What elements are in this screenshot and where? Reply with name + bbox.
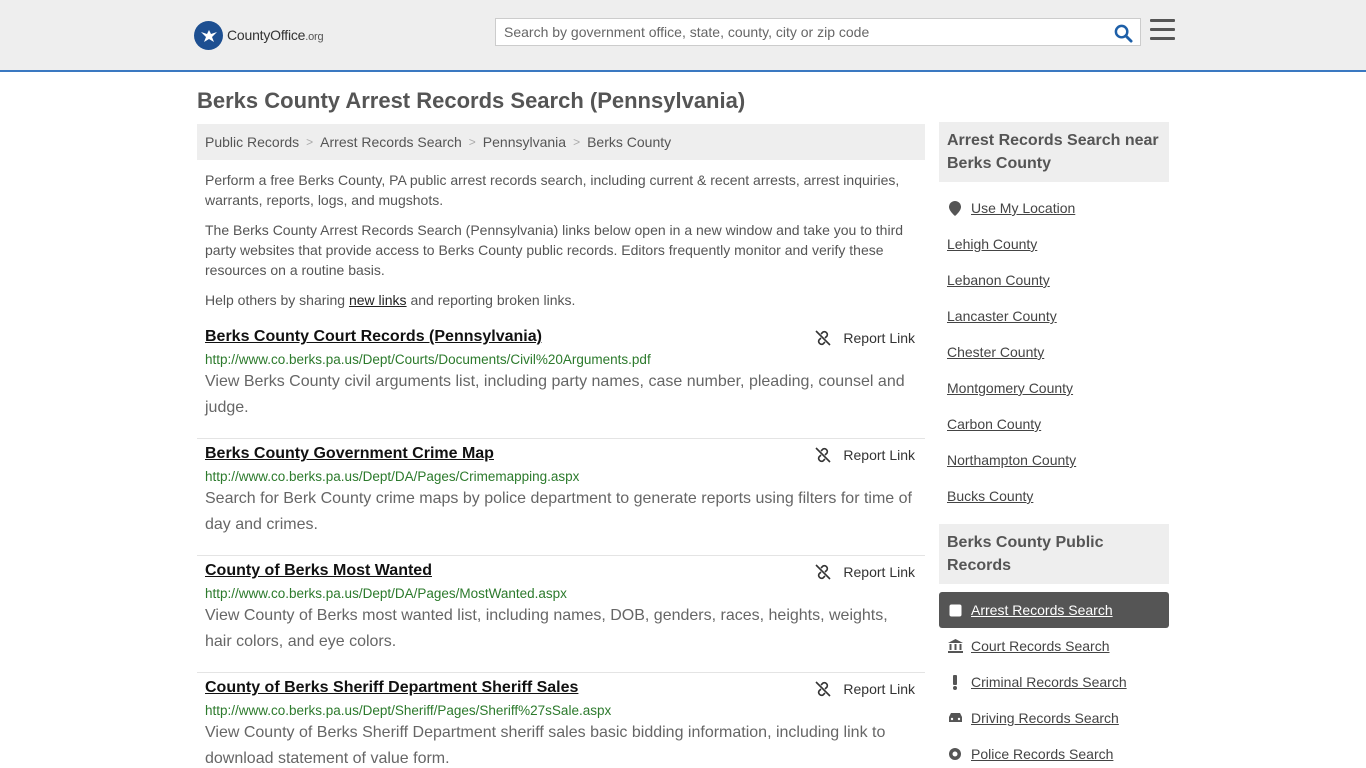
search-button[interactable] (1112, 22, 1134, 44)
result-description: Search for Berk County crime maps by pol… (205, 490, 912, 533)
broken-link-icon (815, 330, 831, 346)
breadcrumb-berks-county[interactable]: Berks County (587, 134, 671, 150)
result-url[interactable]: http://www.co.berks.pa.us/Dept/Sheriff/P… (205, 703, 917, 718)
result-description: View County of Berks Sheriff Department … (205, 724, 886, 767)
nearby-county-link[interactable]: Montgomery County (947, 380, 1073, 396)
sidebar-item-lebanon[interactable]: Lebanon County (939, 262, 1169, 298)
result-description: View Berks County civil arguments list, … (205, 373, 905, 416)
police-records-link[interactable]: Police Records Search (971, 746, 1113, 762)
eagle-logo-icon (194, 20, 223, 50)
sidebar-item-lehigh[interactable]: Lehigh County (939, 226, 1169, 262)
criminal-records-link[interactable]: Criminal Records Search (971, 674, 1127, 690)
report-link-button[interactable]: Report Link (815, 330, 915, 346)
menu-bar-icon (1150, 37, 1175, 40)
broken-link-icon (815, 564, 831, 580)
court-records-link[interactable]: Court Records Search (971, 638, 1110, 654)
sidebar-item-driving-records[interactable]: Driving Records Search (939, 700, 1169, 736)
result-title-link[interactable]: Berks County Court Records (Pennsylvania… (205, 328, 542, 346)
sidebar-item-northampton[interactable]: Northampton County (939, 442, 1169, 478)
result-item: County of Berks Sheriff Department Sheri… (197, 673, 925, 768)
sidebar-item-montgomery[interactable]: Montgomery County (939, 370, 1169, 406)
nearby-list: Use My Location Lehigh County Lebanon Co… (939, 182, 1169, 524)
sidebar-item-arrest-records[interactable]: Arrest Records Search (939, 592, 1169, 628)
sidebar-item-police-records[interactable]: Police Records Search (939, 736, 1169, 768)
nearby-county-link[interactable]: Northampton County (947, 452, 1076, 468)
nearby-county-link[interactable]: Lebanon County (947, 272, 1050, 288)
breadcrumb-pennsylvania[interactable]: Pennsylvania (483, 134, 566, 150)
result-url[interactable]: http://www.co.berks.pa.us/Dept/DA/Pages/… (205, 586, 917, 601)
driving-records-link[interactable]: Driving Records Search (971, 710, 1119, 726)
nearby-county-link[interactable]: Bucks County (947, 488, 1033, 504)
menu-bar-icon (1150, 19, 1175, 22)
sidebar-item-criminal-records[interactable]: Criminal Records Search (939, 664, 1169, 700)
result-url[interactable]: http://www.co.berks.pa.us/Dept/Courts/Do… (205, 352, 917, 367)
nearby-county-link[interactable]: Lehigh County (947, 236, 1037, 252)
nearby-heading: Arrest Records Search near Berks County (939, 122, 1169, 182)
site-logo[interactable]: CountyOffice.org (194, 20, 324, 50)
new-links-link[interactable]: new links (349, 292, 407, 308)
square-icon (947, 604, 963, 617)
breadcrumb-separator-icon: > (306, 135, 314, 149)
search-bar (495, 18, 1141, 46)
results-list: Berks County Court Records (Pennsylvania… (197, 322, 925, 768)
intro-paragraph: Perform a free Berks County, PA public a… (205, 172, 900, 208)
hamburger-menu-button[interactable] (1150, 19, 1176, 43)
breadcrumb-arrest-records[interactable]: Arrest Records Search (320, 134, 462, 150)
search-input[interactable] (496, 19, 1096, 45)
report-link-button[interactable]: Report Link (815, 447, 915, 463)
result-url[interactable]: http://www.co.berks.pa.us/Dept/DA/Pages/… (205, 469, 917, 484)
broken-link-icon (815, 681, 831, 697)
nearby-county-link[interactable]: Lancaster County (947, 308, 1057, 324)
result-item: Berks County Court Records (Pennsylvania… (197, 322, 925, 439)
public-records-heading: Berks County Public Records (939, 524, 1169, 584)
site-header: CountyOffice.org (0, 0, 1366, 72)
result-description: View County of Berks most wanted list, i… (205, 607, 888, 650)
breadcrumb: Public Records > Arrest Records Search >… (197, 124, 925, 160)
page-title: Berks County Arrest Records Search (Penn… (197, 88, 746, 113)
intro-text: Perform a free Berks County, PA public a… (197, 170, 925, 310)
car-icon (947, 712, 963, 724)
nearby-county-link[interactable]: Carbon County (947, 416, 1041, 432)
public-records-list: Arrest Records Search Court Records Sear… (939, 584, 1169, 768)
use-my-location-link[interactable]: Use My Location (971, 200, 1075, 216)
main-content: Public Records > Arrest Records Search >… (197, 124, 925, 768)
menu-bar-icon (1150, 28, 1175, 31)
use-my-location-item[interactable]: Use My Location (939, 190, 1169, 226)
result-title-link[interactable]: County of Berks Most Wanted (205, 562, 432, 580)
report-link-button[interactable]: Report Link (815, 564, 915, 580)
sidebar: Arrest Records Search near Berks County … (939, 122, 1169, 768)
result-title-link[interactable]: Berks County Government Crime Map (205, 445, 494, 463)
sidebar-item-carbon[interactable]: Carbon County (939, 406, 1169, 442)
courthouse-icon (947, 639, 963, 653)
result-item: Berks County Government Crime Map Report… (197, 439, 925, 556)
search-icon (1114, 24, 1133, 43)
breadcrumb-public-records[interactable]: Public Records (205, 134, 299, 150)
sidebar-item-lancaster[interactable]: Lancaster County (939, 298, 1169, 334)
sidebar-item-court-records[interactable]: Court Records Search (939, 628, 1169, 664)
result-item: County of Berks Most Wanted Report Link … (197, 556, 925, 673)
logo-text: CountyOffice.org (227, 27, 324, 43)
breadcrumb-separator-icon: > (468, 135, 476, 149)
breadcrumb-separator-icon: > (573, 135, 581, 149)
sidebar-item-chester[interactable]: Chester County (939, 334, 1169, 370)
intro-paragraph: The Berks County Arrest Records Search (… (205, 222, 904, 278)
nearby-county-link[interactable]: Chester County (947, 344, 1044, 360)
location-pin-icon (947, 200, 963, 216)
report-link-button[interactable]: Report Link (815, 681, 915, 697)
exclamation-icon (947, 674, 963, 690)
result-title-link[interactable]: County of Berks Sheriff Department Sheri… (205, 679, 578, 697)
arrest-records-link[interactable]: Arrest Records Search (971, 602, 1113, 618)
sidebar-item-bucks[interactable]: Bucks County (939, 478, 1169, 514)
badge-icon (947, 747, 963, 761)
intro-paragraph: Help others by sharing new links and rep… (205, 292, 576, 308)
broken-link-icon (815, 447, 831, 463)
